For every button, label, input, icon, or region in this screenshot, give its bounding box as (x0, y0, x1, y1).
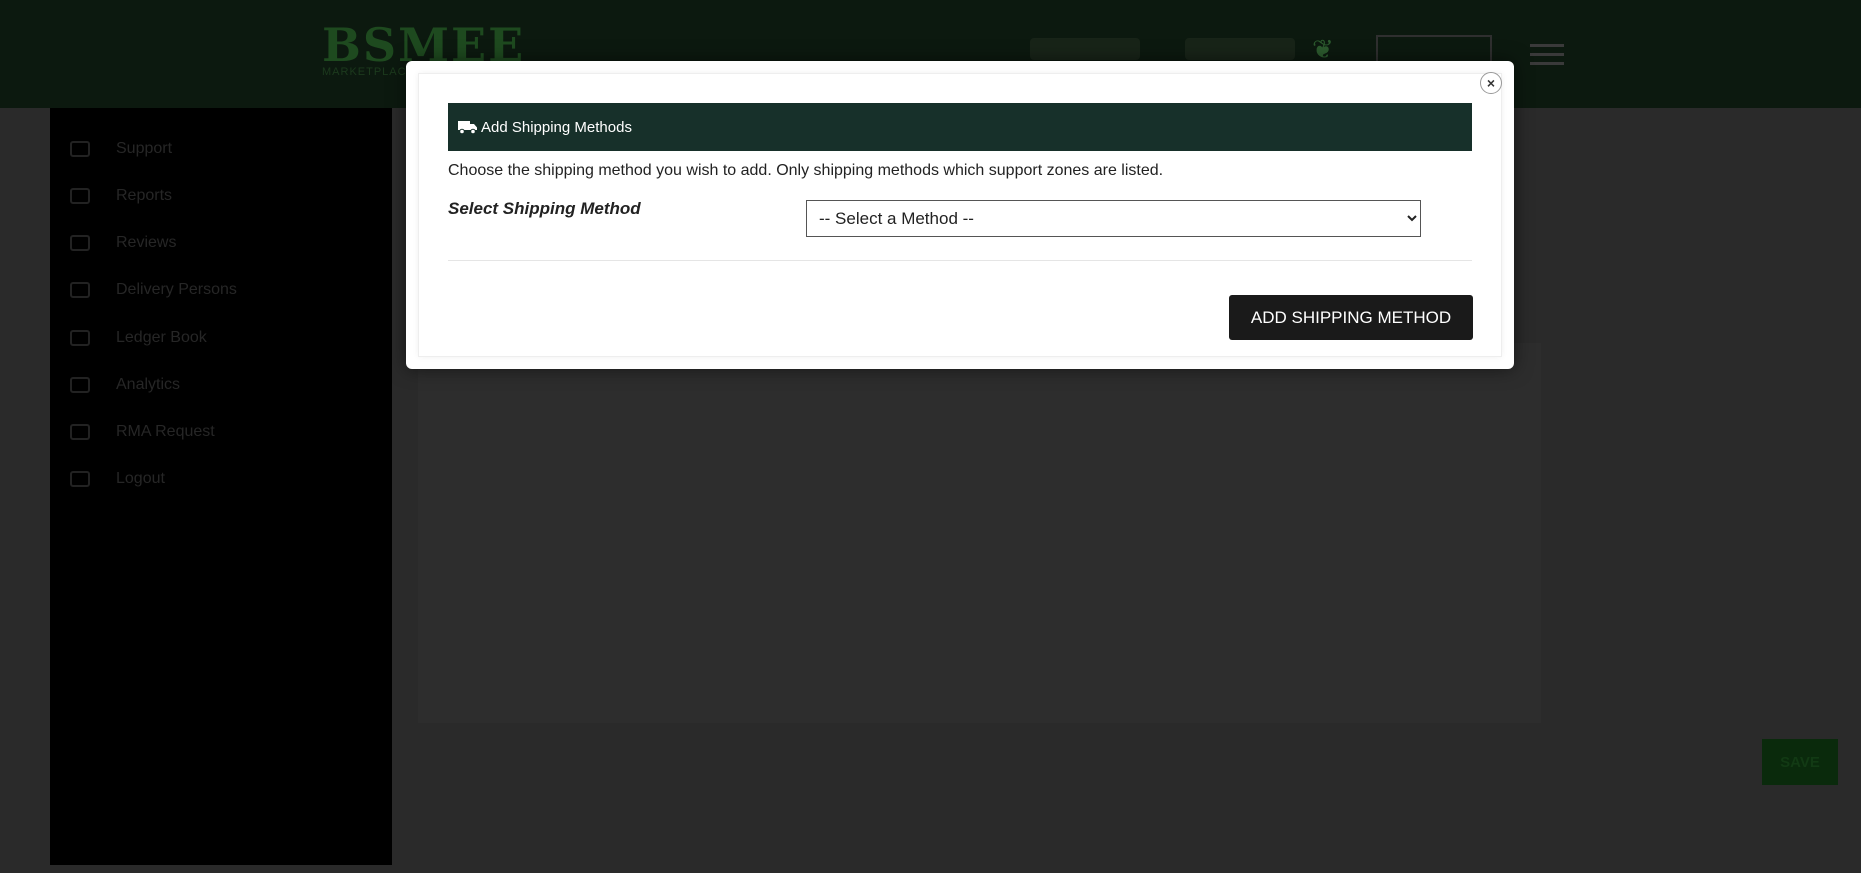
modal-header: Add Shipping Methods (448, 103, 1472, 151)
sidebar-item-label: Ledger Book (116, 329, 207, 346)
sidebar-item-reviews[interactable]: Reviews (70, 228, 176, 258)
nav-link[interactable] (1185, 38, 1295, 60)
analytics-icon (70, 377, 90, 393)
sidebar-item-logout[interactable]: Logout (70, 464, 165, 494)
shipping-method-select[interactable]: -- Select a Method -- (806, 200, 1421, 237)
logout-icon (70, 471, 90, 487)
save-button[interactable]: SAVE (1762, 739, 1838, 785)
close-icon[interactable]: × (1480, 72, 1502, 94)
sidebar-item-reports[interactable]: Reports (70, 181, 172, 211)
sidebar-item-label: Analytics (116, 376, 181, 393)
sidebar-item-analytics[interactable]: Analytics (70, 370, 180, 400)
sidebar-item-delivery-persons[interactable]: Delivery Persons (70, 275, 237, 305)
sidebar-item-label: Delivery Persons (116, 281, 237, 298)
sidebar-item-label: Reviews (116, 234, 177, 251)
ledger-icon (70, 330, 90, 346)
modal-title: Add Shipping Methods (481, 118, 632, 136)
sidebar-item-support[interactable]: Support (70, 134, 172, 164)
nav-link[interactable] (1030, 38, 1140, 60)
reviews-icon (70, 235, 90, 251)
rma-icon (70, 424, 90, 440)
delivery-icon (70, 282, 90, 298)
sidebar: Support Reports Reviews Delivery Persons… (50, 108, 392, 865)
hamburger-menu-icon[interactable] (1530, 44, 1564, 65)
add-shipping-method-button[interactable]: ADD SHIPPING METHOD (1229, 295, 1473, 340)
sidebar-item-label: Support (116, 140, 173, 157)
sidebar-item-rma-request[interactable]: RMA Request (70, 417, 215, 447)
content-panel (418, 343, 1541, 723)
brand-logo-subtext: MARKETPLACE (322, 66, 415, 78)
truck-icon (458, 121, 477, 135)
support-icon (70, 141, 90, 157)
sidebar-item-label: Reports (116, 187, 173, 204)
sidebar-item-label: Logout (116, 470, 165, 487)
sidebar-item-label: RMA Request (116, 423, 215, 440)
sidebar-item-ledger-book[interactable]: Ledger Book (70, 323, 207, 353)
modal-divider (448, 260, 1472, 261)
modal-description: Choose the shipping method you wish to a… (448, 162, 1164, 179)
reports-icon (70, 188, 90, 204)
shipping-method-label: Select Shipping Method (448, 199, 641, 218)
